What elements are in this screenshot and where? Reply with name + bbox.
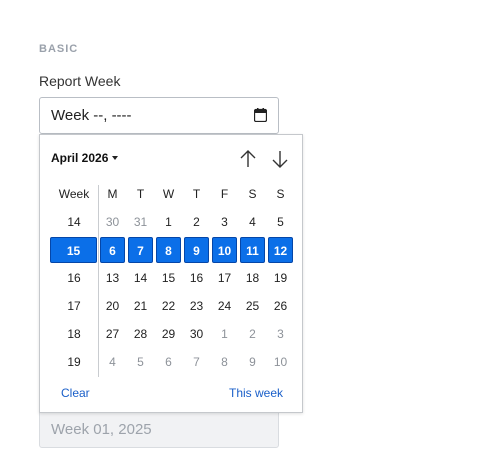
- day-cell[interactable]: 31: [128, 208, 153, 236]
- week-row[interactable]: 17 20 21 22 23 24 25 26: [50, 292, 300, 320]
- day-header-row: Week M T W T F S S: [50, 180, 300, 208]
- day-cell[interactable]: 4: [240, 208, 265, 236]
- day-cell[interactable]: 19: [268, 264, 293, 292]
- day-cell[interactable]: 17: [212, 264, 237, 292]
- day-cell[interactable]: 13: [100, 264, 125, 292]
- week-row[interactable]: 15 6 7 8 9 10 11 12: [50, 236, 300, 264]
- this-week-button[interactable]: This week: [229, 386, 283, 400]
- day-header: S: [248, 187, 257, 201]
- day-cell[interactable]: 22: [156, 292, 181, 320]
- day-cell[interactable]: 9: [184, 237, 209, 263]
- day-cell[interactable]: 26: [268, 292, 293, 320]
- section-label: BASIC: [39, 43, 79, 55]
- day-cell[interactable]: 10: [268, 348, 293, 376]
- day-cell[interactable]: 6: [156, 348, 181, 376]
- report-week-input[interactable]: Week --, ----: [39, 97, 279, 134]
- week-number[interactable]: 14: [50, 208, 98, 236]
- week-picker-popup: April 2026 Week M T W T F S S 14 30 31 1 2 3 4…: [39, 134, 303, 413]
- day-cell[interactable]: 5: [128, 348, 153, 376]
- day-cell[interactable]: 11: [240, 237, 265, 263]
- week-row[interactable]: 14 30 31 1 2 3 4 5: [50, 208, 300, 236]
- report-week-label: Report Week: [39, 73, 121, 89]
- day-cell[interactable]: 29: [156, 320, 181, 348]
- month-year-selector[interactable]: April 2026: [51, 151, 119, 165]
- week-number[interactable]: 18: [50, 320, 98, 348]
- arrow-down-icon[interactable]: [269, 148, 291, 170]
- day-cell[interactable]: 1: [212, 320, 237, 348]
- day-cell[interactable]: 1: [156, 208, 181, 236]
- day-cell[interactable]: 30: [184, 320, 209, 348]
- day-cell[interactable]: 27: [100, 320, 125, 348]
- day-cell[interactable]: 2: [240, 320, 265, 348]
- day-cell[interactable]: 4: [100, 348, 125, 376]
- day-cell[interactable]: 3: [212, 208, 237, 236]
- day-cell[interactable]: 30: [100, 208, 125, 236]
- report-week-value[interactable]: Week --, ----: [51, 107, 132, 124]
- day-cell[interactable]: 6: [100, 237, 125, 263]
- day-cell[interactable]: 23: [184, 292, 209, 320]
- day-header: S: [276, 187, 285, 201]
- week-grid: Week M T W T F S S 14 30 31 1 2 3 4 5 15 6 7 8 9 10 11…: [50, 180, 300, 377]
- day-cell[interactable]: 28: [128, 320, 153, 348]
- week-row[interactable]: 18 27 28 29 30 1 2 3: [50, 320, 300, 348]
- disabled-week-input: Week 01, 2025: [39, 409, 279, 448]
- week-number[interactable]: 15: [50, 237, 97, 263]
- day-cell[interactable]: 18: [240, 264, 265, 292]
- day-cell[interactable]: 2: [184, 208, 209, 236]
- day-header: W: [162, 187, 175, 201]
- week-rows: 14 30 31 1 2 3 4 5 15 6 7 8 9 10 11 12 16 13 14 15 16 17 18 19 1…: [50, 208, 300, 376]
- arrow-up-icon[interactable]: [237, 148, 259, 170]
- day-cell[interactable]: 3: [268, 320, 293, 348]
- disabled-week-value: Week 01, 2025: [51, 421, 152, 438]
- day-cell[interactable]: 8: [212, 348, 237, 376]
- day-header: T: [192, 187, 201, 201]
- day-cell[interactable]: 16: [184, 264, 209, 292]
- week-number[interactable]: 19: [50, 348, 98, 376]
- day-cell[interactable]: 14: [128, 264, 153, 292]
- day-header: F: [220, 187, 229, 201]
- calendar-icon[interactable]: [253, 108, 268, 127]
- day-cell[interactable]: 10: [212, 237, 237, 263]
- day-cell[interactable]: 25: [240, 292, 265, 320]
- week-number[interactable]: 17: [50, 292, 98, 320]
- clear-button[interactable]: Clear: [61, 386, 90, 400]
- caret-down-icon: [112, 156, 119, 160]
- day-header: M: [107, 187, 118, 201]
- month-year-label: April 2026: [51, 151, 109, 165]
- day-cell[interactable]: 21: [128, 292, 153, 320]
- week-number[interactable]: 16: [50, 264, 98, 292]
- day-cell[interactable]: 7: [184, 348, 209, 376]
- day-cell[interactable]: 7: [128, 237, 153, 263]
- week-row[interactable]: 16 13 14 15 16 17 18 19: [50, 264, 300, 292]
- day-cell[interactable]: 24: [212, 292, 237, 320]
- day-cell[interactable]: 5: [268, 208, 293, 236]
- day-cell[interactable]: 12: [268, 237, 293, 263]
- day-cell[interactable]: 9: [240, 348, 265, 376]
- day-cell[interactable]: 8: [156, 237, 181, 263]
- day-cell[interactable]: 15: [156, 264, 181, 292]
- week-column-header: Week: [58, 187, 90, 201]
- week-row[interactable]: 19 4 5 6 7 8 9 10: [50, 348, 300, 376]
- day-cell[interactable]: 20: [100, 292, 125, 320]
- day-header: T: [136, 187, 145, 201]
